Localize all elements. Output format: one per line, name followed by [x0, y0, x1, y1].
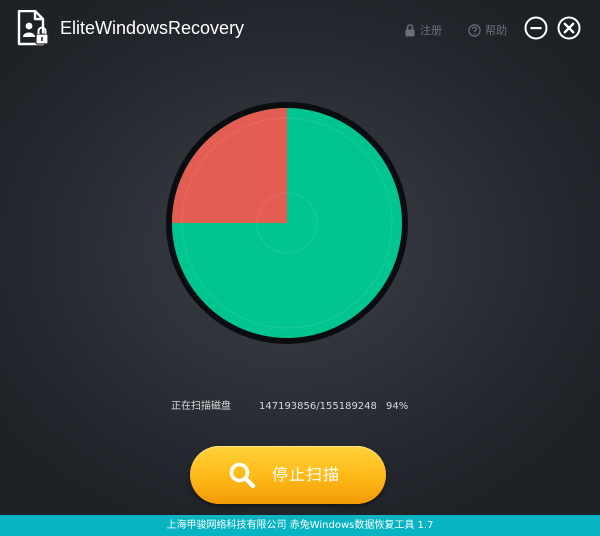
- app-title: EliteWindowsRecovery: [60, 18, 245, 38]
- close-button[interactable]: [557, 16, 581, 40]
- scan-status-label: 正在扫描磁盘: [171, 401, 231, 412]
- title-bar[interactable]: EliteWindowsRecovery 注册 帮助: [0, 0, 600, 60]
- question-icon: [468, 23, 481, 37]
- app-window: EliteWindowsRecovery 注册 帮助 正在扫描磁盘 147193…: [0, 0, 600, 536]
- register-link[interactable]: 注册: [404, 22, 442, 38]
- help-label: 帮助: [485, 24, 507, 37]
- register-label: 注册: [420, 24, 442, 37]
- minimize-button[interactable]: [524, 16, 548, 40]
- close-icon: [557, 16, 581, 40]
- scan-sector-count: 147193856/155189248: [259, 401, 377, 412]
- disk-highlight-sector: [172, 108, 287, 223]
- disk-scan-map: [158, 93, 418, 353]
- scan-percent: 94%: [386, 401, 409, 412]
- lock-icon: [404, 23, 416, 37]
- stop-scan-button[interactable]: 停止扫描: [190, 446, 386, 504]
- minimize-icon: [524, 16, 548, 40]
- help-link[interactable]: 帮助: [468, 22, 507, 38]
- search-icon: [228, 461, 256, 489]
- document-lock-icon: [16, 9, 50, 46]
- stop-scan-label: 停止扫描: [272, 465, 341, 484]
- footer-bar: 上海甲骏网络科技有限公司 赤兔Windows数据恢复工具 1.7: [0, 515, 600, 536]
